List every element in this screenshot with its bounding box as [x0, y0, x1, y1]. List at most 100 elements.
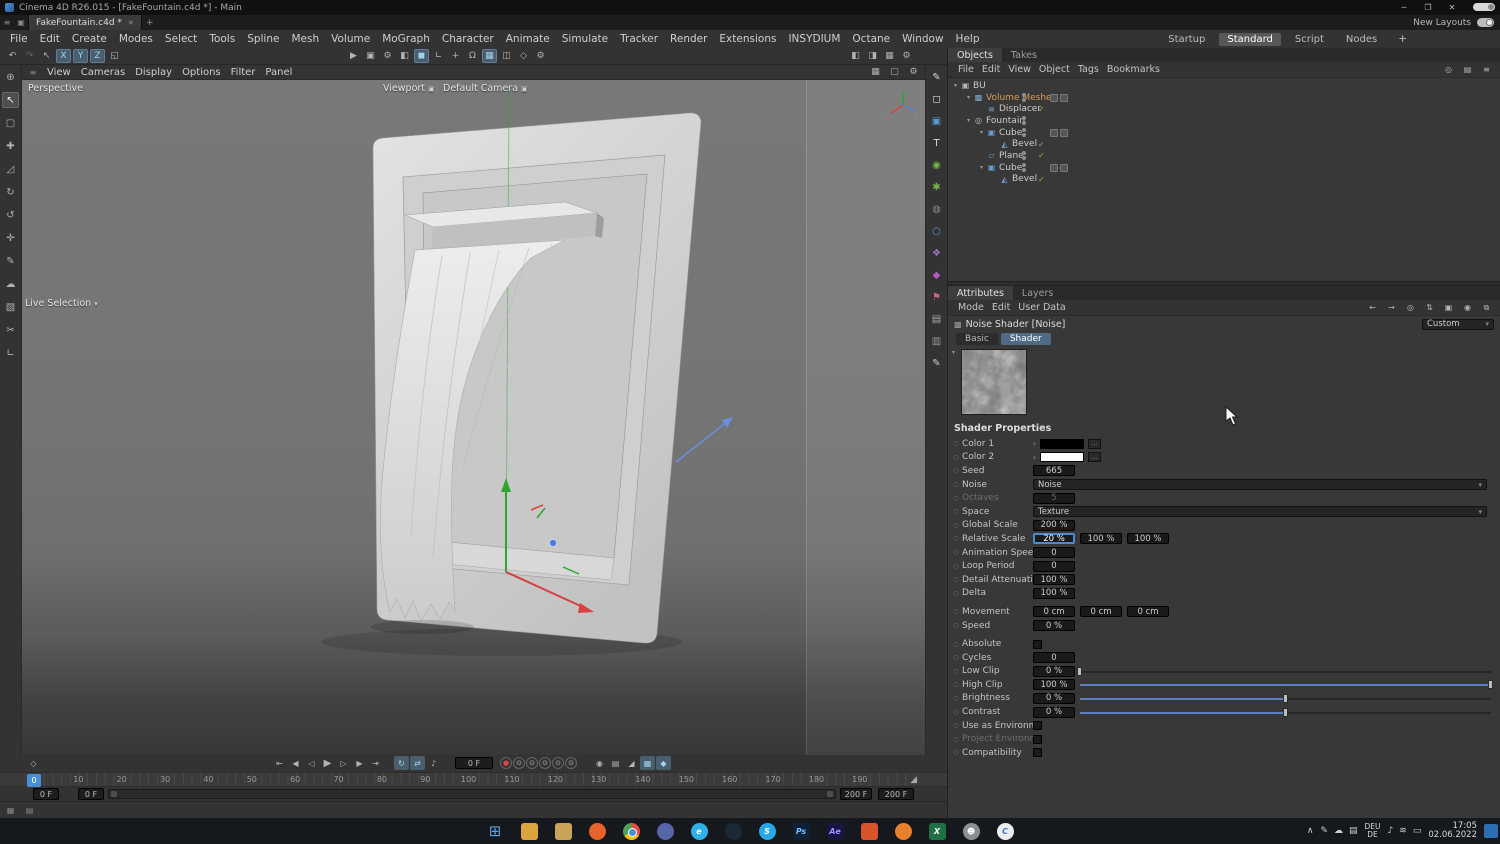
viewport-menu-icon[interactable]: ≡ [26, 68, 40, 77]
om-filter-icon[interactable]: ▤ [1460, 64, 1475, 76]
value-field[interactable]: 20 % [1033, 533, 1075, 545]
at-back-icon[interactable]: ← [1365, 302, 1380, 314]
layout-standard[interactable]: Standard [1219, 32, 1281, 46]
expander-icon[interactable]: ▾ [964, 117, 973, 124]
menu-item[interactable]: Create [66, 32, 113, 46]
object-row-bevel2[interactable]: ▾ ◭ Bevel ✓ [948, 174, 1500, 186]
taskbar-skype[interactable]: S [755, 819, 780, 844]
value-field[interactable]: 100 % [1127, 533, 1169, 545]
taskbar-excel[interactable]: X [925, 819, 950, 844]
record-pla-button[interactable]: ⊙ [565, 757, 577, 769]
layout-script[interactable]: Script [1287, 33, 1332, 46]
animation-dot-icon[interactable]: ○ [953, 608, 962, 615]
record-keyframe-button[interactable]: ● [500, 757, 512, 769]
om-menu-item[interactable]: Bookmarks [1103, 64, 1164, 75]
value-field[interactable]: 0 [1033, 547, 1075, 559]
value-field[interactable]: 665 [1033, 465, 1075, 477]
pin-icon[interactable]: ▣ [14, 18, 28, 27]
vp-grid-icon[interactable]: ▦ [868, 65, 883, 79]
object-row-fountain[interactable]: ▾ ◎ Fountain ✓ [948, 115, 1500, 127]
animation-dot-icon[interactable]: ○ [953, 590, 962, 597]
menu-item[interactable]: Volume [325, 32, 376, 46]
rectangle-selection-tool-icon[interactable]: ▢ [2, 115, 19, 131]
interactive-render-icon[interactable]: ◧ [397, 49, 412, 63]
goto-start-button[interactable]: ⇤ [272, 756, 287, 770]
keyframe-presets-button[interactable]: ▤ [608, 756, 623, 770]
animation-dot-icon[interactable]: ○ [953, 709, 962, 716]
menu-item[interactable]: Simulate [556, 32, 614, 46]
om-menu-item[interactable]: View [1004, 64, 1035, 75]
tab-objects[interactable]: Objects [948, 48, 1002, 62]
prev-frame-button[interactable]: ◁ [304, 756, 319, 770]
tray-cloud-icon[interactable]: ☁ [1334, 826, 1343, 836]
render-settings-icon[interactable]: ⚙ [380, 49, 395, 63]
current-frame-field[interactable]: 0 F [455, 757, 493, 769]
keyframe-summary-icon[interactable]: ◇ [26, 756, 41, 770]
viewport-layout-icon[interactable]: ▦ [882, 49, 897, 63]
property-dropdown[interactable]: Texture ▾ [1033, 506, 1487, 518]
subtab-shader[interactable]: Shader [1000, 333, 1051, 345]
animation-dot-icon[interactable]: ○ [953, 695, 962, 702]
autokey-button[interactable]: ◉ [592, 756, 607, 770]
value-field[interactable]: 0 % [1033, 706, 1075, 718]
color-expand-icon[interactable]: › [1033, 439, 1040, 448]
hud-camera-button[interactable]: Default Camera ▣ [443, 83, 528, 94]
object-row-bevel[interactable]: ▾ ◭ Bevel ✓ [948, 138, 1500, 150]
paint-tool-icon[interactable]: ▧ [2, 299, 19, 315]
maximize-button[interactable]: ❐ [1417, 3, 1439, 12]
at-sync-icon[interactable]: ⇅ [1422, 302, 1437, 314]
value-field[interactable]: 100 % [1033, 587, 1075, 599]
taskbar-folder[interactable] [551, 819, 576, 844]
minimize-button[interactable]: ─ [1393, 3, 1415, 12]
object-row-volume-mesher[interactable]: ▾ ▩ Volume Mesher ✓ [948, 92, 1500, 104]
viewport-menu-item[interactable]: Display [130, 67, 177, 78]
menu-item[interactable]: Window [896, 32, 949, 46]
menu-item[interactable]: Extensions [713, 32, 782, 46]
slider[interactable] [1077, 666, 1491, 677]
taskbar-app-orange[interactable] [857, 819, 882, 844]
taskbar-firefox-dev[interactable] [891, 819, 916, 844]
color-picker-icon[interactable]: … [1088, 452, 1101, 463]
object-name[interactable]: BU [973, 81, 986, 91]
commander-icon[interactable]: ▥ [928, 333, 945, 349]
lock-z-button[interactable]: Z [90, 49, 105, 63]
animation-dot-icon[interactable]: ○ [953, 495, 962, 502]
animation-dot-icon[interactable]: ○ [953, 622, 962, 629]
animation-dot-icon[interactable]: ○ [953, 722, 962, 729]
viewport-menu-item[interactable]: View [42, 67, 76, 78]
slider-handle[interactable] [1282, 707, 1288, 717]
action-center-icon[interactable]: ▭ [1413, 826, 1422, 836]
taskbar-aftereffects[interactable]: Ae [823, 819, 848, 844]
record-rotation-button[interactable]: ⊙ [539, 757, 551, 769]
object-name[interactable]: Displacer [999, 104, 1041, 114]
expander-icon[interactable]: ▾ [964, 94, 973, 101]
notification-icon[interactable] [1484, 824, 1498, 838]
value-field[interactable]: 0 cm [1033, 606, 1075, 618]
dynamic-guides-icon[interactable]: ◇ [516, 49, 531, 63]
sound-button[interactable]: ♪ [426, 756, 441, 770]
status-layers-icon[interactable]: ▤ [22, 803, 37, 817]
viewport-menu-item[interactable]: Options [177, 67, 226, 78]
tray-expand-icon[interactable]: ∧ [1307, 826, 1314, 836]
cube-primitive-icon[interactable]: ◻ [928, 91, 945, 107]
object-tags[interactable] [1050, 128, 1068, 137]
om-menu-item[interactable]: File [954, 64, 978, 75]
enabled-check-icon[interactable]: ✓ [1038, 105, 1045, 114]
expander-icon[interactable]: ▾ [977, 129, 986, 136]
redo-icon[interactable]: ↷ [22, 49, 37, 63]
animation-dot-icon[interactable]: ○ [953, 508, 962, 515]
animation-dot-icon[interactable]: ○ [953, 549, 962, 556]
fcurve-ramp-icon[interactable]: ◢ [910, 775, 917, 785]
animation-dot-icon[interactable]: ○ [953, 563, 962, 570]
play-button[interactable]: ▶ [320, 756, 335, 770]
simulation-ring-icon[interactable]: ○ [928, 223, 945, 239]
taskbar-photoshop[interactable]: Ps [789, 819, 814, 844]
slider[interactable] [1080, 693, 1491, 704]
language-indicator[interactable]: DEU DE [1365, 823, 1381, 839]
live-selection-tool-icon[interactable]: ↖ [2, 92, 19, 108]
animation-dot-icon[interactable]: ○ [953, 576, 962, 583]
om-menu-item[interactable]: Object [1035, 64, 1074, 75]
scene-nodes-icon[interactable]: ▤ [928, 311, 945, 327]
record-position-button[interactable]: ⊙ [513, 757, 525, 769]
axis-center-icon[interactable]: + [448, 49, 463, 63]
